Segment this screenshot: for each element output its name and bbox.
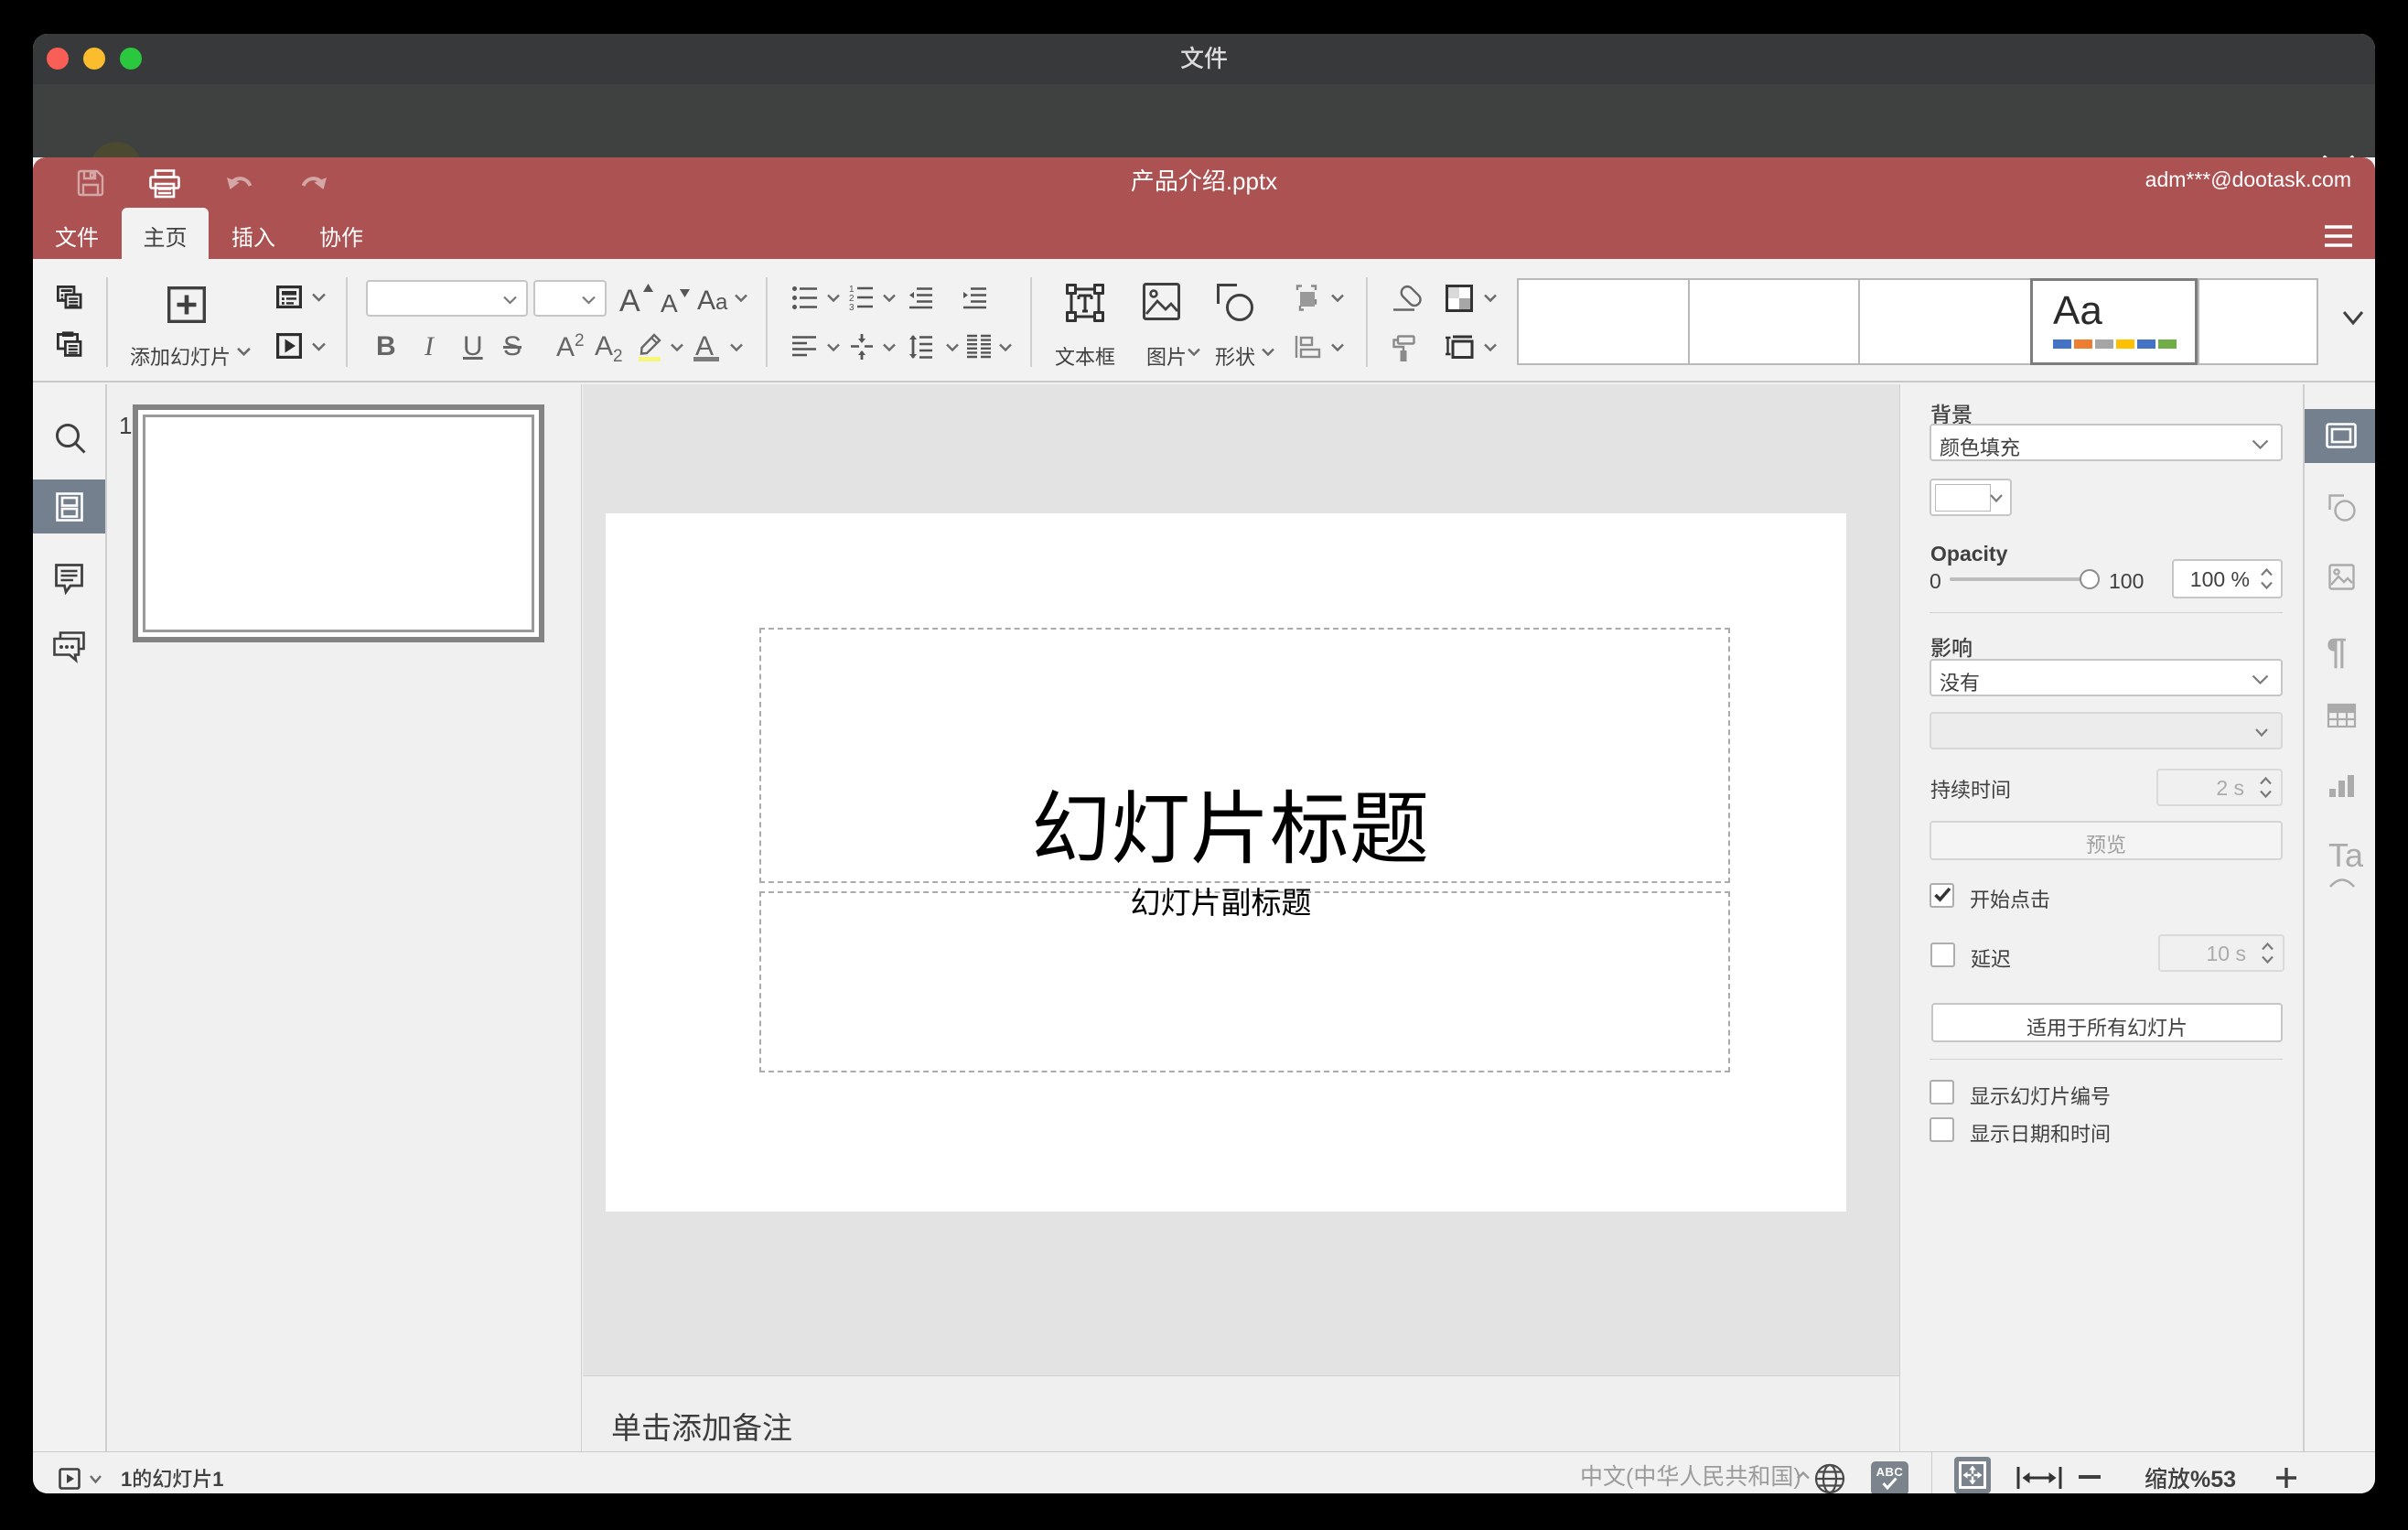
svg-text:3: 3 xyxy=(849,303,855,313)
